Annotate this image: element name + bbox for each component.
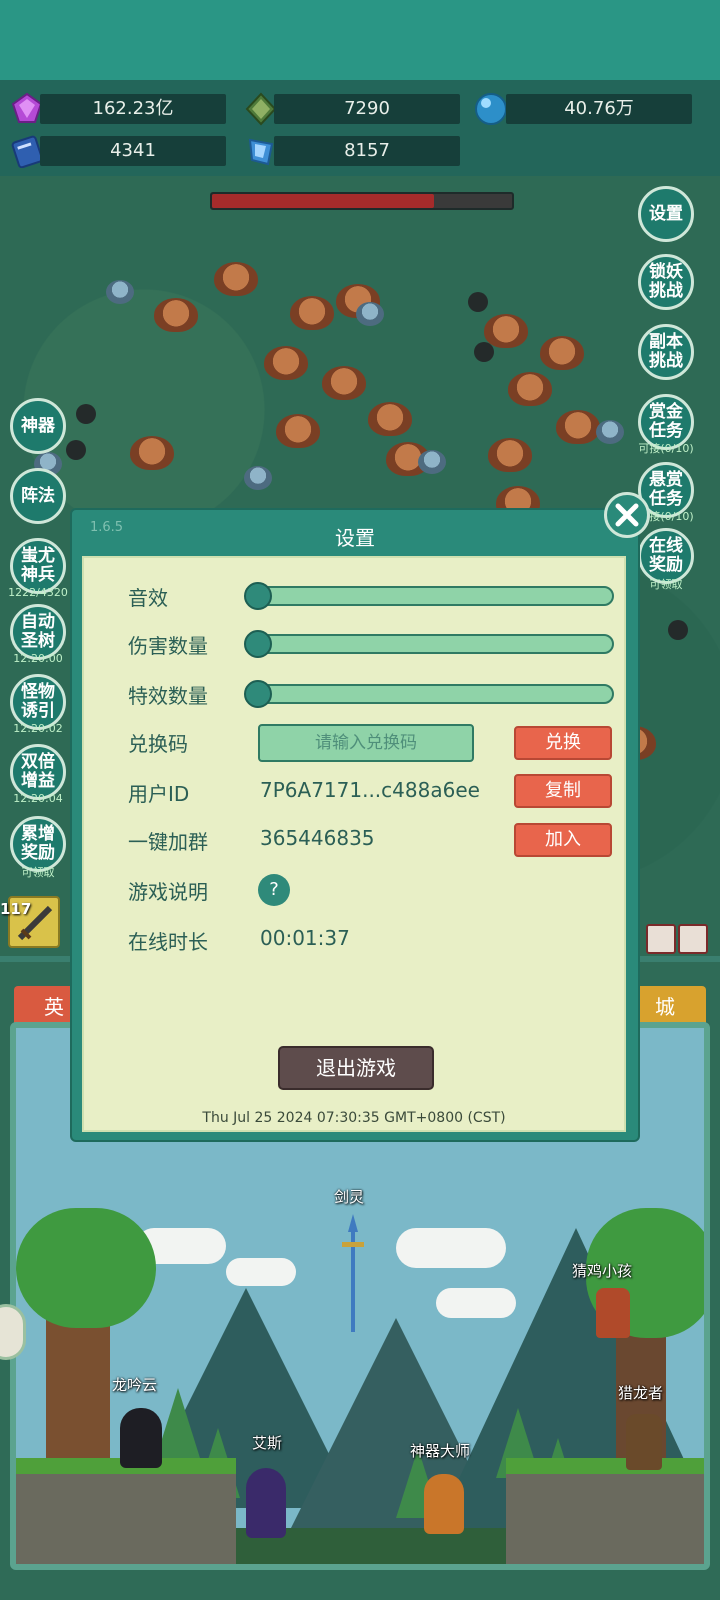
npc-name-sword-spirit: 剑灵 xyxy=(334,1188,365,1206)
npc-chicken-kid[interactable] xyxy=(596,1288,630,1338)
resource-bar: 162.23亿 7290 40.76万 4341 8157 xyxy=(0,80,720,176)
demon-lock-challenge-button[interactable]: 锁妖挑战 xyxy=(638,254,694,310)
dialog-body: 音效 伤害数量 特效数量 兑换码 请输入兑换码 兑换 用户ID 7P6A7171… xyxy=(82,556,626,1132)
copy-button[interactable]: 复制 xyxy=(514,774,612,808)
monster xyxy=(154,298,198,332)
settings-dialog: 1.6.5 设置 音效 伤害数量 特效数量 兑换码 请输入兑换码 兑换 用户ID… xyxy=(70,508,640,1142)
damage-count-label: 伤害数量 xyxy=(128,634,208,658)
npc-name-artifact-master: 神器大师 xyxy=(410,1442,471,1460)
npc-name-ais: 艾斯 xyxy=(252,1434,283,1452)
resource-value: 4341 xyxy=(40,136,226,166)
monster xyxy=(290,296,334,330)
monster-lure-timer: 12:20:02 xyxy=(13,722,63,735)
monster xyxy=(322,366,366,400)
bug-monster xyxy=(356,302,384,326)
skill-icon[interactable] xyxy=(678,924,708,954)
rock xyxy=(76,404,96,424)
bug-monster xyxy=(418,450,446,474)
monster xyxy=(540,336,584,370)
npc-name-chicken-kid: 猜鸡小孩 xyxy=(572,1262,633,1280)
green-gem-icon xyxy=(244,92,278,126)
monster xyxy=(214,262,258,296)
settings-button[interactable]: 设置 xyxy=(638,186,694,242)
monster xyxy=(368,402,412,436)
purple-gem-icon xyxy=(10,92,44,126)
cloud xyxy=(226,1258,296,1286)
resource-value: 40.76万 xyxy=(506,94,692,124)
online-time-label: 在线时长 xyxy=(128,930,208,954)
online-time-value: 00:01:37 xyxy=(260,926,350,950)
sound-label: 音效 xyxy=(128,586,168,610)
npc-artifact-master[interactable] xyxy=(424,1474,464,1534)
blue-book-icon xyxy=(10,134,44,169)
monster xyxy=(488,438,532,472)
exit-game-button[interactable]: 退出游戏 xyxy=(278,1046,434,1090)
close-button[interactable] xyxy=(604,492,650,538)
sword-spirit-icon xyxy=(342,1214,364,1332)
effects-count-label: 特效数量 xyxy=(128,684,208,708)
group-number: 365446835 xyxy=(260,826,375,850)
npc-longyinyun[interactable] xyxy=(120,1408,162,1468)
rock xyxy=(468,292,488,312)
npc-ais[interactable] xyxy=(246,1468,286,1538)
bug-monster xyxy=(596,420,624,444)
dungeon-challenge-button[interactable]: 副本挑战 xyxy=(638,324,694,380)
sound-slider[interactable] xyxy=(244,582,614,610)
monster xyxy=(276,414,320,448)
rock-ground xyxy=(506,1468,704,1564)
chiyou-weapon-progress: 1222/4320 xyxy=(8,586,68,599)
rock-ground xyxy=(16,1468,236,1564)
artifact-button[interactable]: 神器 xyxy=(10,398,66,454)
rock xyxy=(474,342,494,362)
grass xyxy=(506,1458,704,1474)
dialog-title: 设置 xyxy=(335,526,375,550)
blue-orb-icon xyxy=(474,92,508,126)
double-buff-timer: 12:20:04 xyxy=(13,792,63,805)
game-help-label: 游戏说明 xyxy=(128,880,208,904)
blue-crystal-icon xyxy=(244,134,278,168)
rock xyxy=(668,620,688,640)
monster xyxy=(508,372,552,406)
big-tree-canopy xyxy=(16,1208,156,1328)
resource-value: 8157 xyxy=(274,136,460,166)
rock xyxy=(66,440,86,460)
floating-avatar[interactable] xyxy=(0,1304,26,1360)
join-group-label: 一键加群 xyxy=(128,830,208,854)
redeem-code-label: 兑换码 xyxy=(128,732,188,756)
npc-name-dragon-hunter: 猎龙者 xyxy=(618,1384,664,1402)
monster xyxy=(264,346,308,380)
boss-hp-fill xyxy=(212,194,434,208)
tree xyxy=(156,1388,200,1458)
timestamp: Thu Jul 25 2024 07:30:35 GMT+0800 (CST) xyxy=(202,1110,506,1126)
damage-count-slider[interactable] xyxy=(244,630,614,658)
effects-count-slider[interactable] xyxy=(244,680,614,708)
monster xyxy=(556,410,600,444)
bug-monster xyxy=(244,466,272,490)
monster xyxy=(484,314,528,348)
monster xyxy=(130,436,174,470)
user-id-label: 用户ID xyxy=(128,782,190,806)
status-bar-area xyxy=(0,0,720,80)
sound-slider-knob[interactable] xyxy=(244,582,272,610)
auto-holy-tree-timer: 12:20:00 xyxy=(13,652,63,665)
redeem-code-input[interactable]: 请输入兑换码 xyxy=(258,724,474,762)
resource-value: 7290 xyxy=(274,94,460,124)
skill-icon[interactable] xyxy=(646,924,676,954)
skill-level: 117 xyxy=(0,900,32,918)
formation-button[interactable]: 阵法 xyxy=(10,468,66,524)
join-button[interactable]: 加入 xyxy=(514,823,612,857)
npc-name-longyinyun: 龙吟云 xyxy=(112,1376,158,1394)
close-icon xyxy=(615,503,639,527)
effects-count-slider-knob[interactable] xyxy=(244,680,272,708)
help-icon[interactable]: ? xyxy=(258,874,290,906)
boss-hp-bar xyxy=(210,192,514,210)
bounty-task-status: 可接(0/10) xyxy=(638,442,694,455)
cumulative-reward-status: 可领取 xyxy=(21,866,55,879)
redeem-button[interactable]: 兑换 xyxy=(514,726,612,760)
resource-value: 162.23亿 xyxy=(40,94,226,124)
bug-monster xyxy=(106,280,134,304)
user-id-value: 7P6A7171...c488a6ee xyxy=(260,778,480,802)
damage-count-slider-knob[interactable] xyxy=(244,630,272,658)
npc-dragon-hunter[interactable] xyxy=(626,1414,662,1470)
